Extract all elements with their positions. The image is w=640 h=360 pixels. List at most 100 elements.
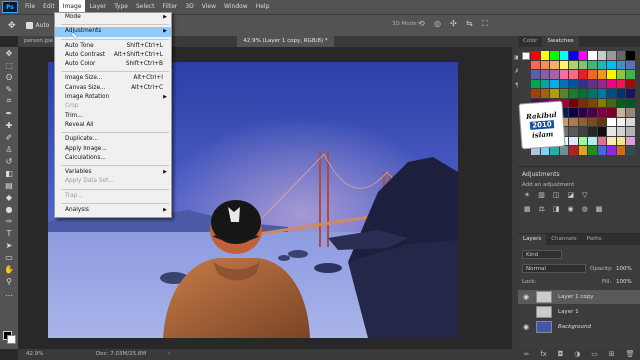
auto-select-checkbox[interactable]	[25, 22, 33, 29]
swatch[interactable]	[559, 70, 569, 79]
swatch[interactable]	[607, 146, 616, 155]
swatch[interactable]	[607, 60, 616, 70]
swatch[interactable]	[607, 79, 616, 89]
swatch[interactable]	[559, 51, 569, 60]
swatch[interactable]	[607, 89, 616, 98]
swatch[interactable]	[569, 79, 578, 89]
swatch[interactable]	[597, 60, 607, 70]
swatch[interactable]	[597, 70, 607, 79]
move-tool-icon[interactable]: ✥	[0, 47, 18, 59]
exposure-icon[interactable]: ◪	[568, 191, 575, 199]
3d-scale-icon[interactable]: ⛶	[482, 19, 488, 29]
new-layer-icon[interactable]: ⊞	[609, 350, 615, 358]
swatch[interactable]	[616, 70, 626, 79]
channel-mixer-icon[interactable]: ◍	[582, 205, 588, 213]
swatch[interactable]	[540, 89, 550, 98]
swatch[interactable]	[616, 51, 626, 60]
3d-pan-icon[interactable]: ✣	[450, 19, 457, 28]
color-lookup-icon[interactable]: ▩	[596, 205, 603, 213]
swatch[interactable]	[578, 79, 588, 89]
swatch[interactable]	[616, 98, 626, 108]
swatch[interactable]	[531, 51, 540, 60]
eyedropper-tool-icon[interactable]: ✒	[0, 107, 18, 119]
menu-file[interactable]: File	[21, 0, 39, 14]
swatch[interactable]	[588, 79, 597, 89]
swatch[interactable]	[569, 117, 578, 127]
swatch[interactable]	[540, 79, 550, 89]
vibrance-icon[interactable]: ▽	[582, 191, 587, 199]
swatch[interactable]	[588, 98, 597, 108]
menu-item-auto-color[interactable]: Auto Color Shift+Ctrl+B	[55, 60, 171, 69]
eraser-tool-icon[interactable]: ◧	[0, 167, 18, 179]
swatch[interactable]	[588, 146, 597, 155]
3d-rotate-icon[interactable]: ⟲	[418, 19, 425, 28]
history-brush-tool-icon[interactable]: ↺	[0, 155, 18, 167]
swatch[interactable]	[578, 89, 588, 98]
swatch[interactable]	[569, 127, 578, 136]
swatch[interactable]	[559, 146, 569, 155]
swatch[interactable]	[616, 117, 626, 127]
curves-icon[interactable]: ◫	[553, 191, 560, 199]
swatch[interactable]	[559, 89, 569, 98]
swatch[interactable]	[531, 79, 540, 89]
type-tool-icon[interactable]: T	[0, 227, 18, 239]
swatch[interactable]	[569, 136, 578, 146]
delete-layer-icon[interactable]: 🗑	[626, 350, 635, 358]
swatch[interactable]	[626, 51, 635, 60]
swatch[interactable]	[588, 70, 597, 79]
swatch[interactable]	[597, 108, 607, 117]
swatch[interactable]	[626, 127, 635, 136]
layer-style-icon[interactable]: fx	[540, 350, 547, 358]
swatch[interactable]	[531, 70, 540, 79]
lasso-tool-icon[interactable]: ʘ	[0, 71, 18, 83]
swatch[interactable]	[597, 89, 607, 98]
swatch[interactable]	[569, 146, 578, 155]
kind-filter-select[interactable]: Kind	[522, 250, 562, 259]
swatch[interactable]	[588, 108, 597, 117]
swatch[interactable]	[607, 51, 616, 60]
hand-tool-icon[interactable]: ✋	[0, 263, 18, 275]
crop-tool-icon[interactable]: ⌗	[0, 95, 18, 107]
menu-view[interactable]: View	[198, 0, 220, 14]
swatch[interactable]	[531, 89, 540, 98]
swatch[interactable]	[578, 117, 588, 127]
swatch[interactable]	[578, 146, 588, 155]
tab-active-document[interactable]: 42.9% (Layer 1 copy, RGB/8) *	[237, 36, 334, 47]
tab-swatches[interactable]: Swatches	[542, 36, 579, 47]
swatch[interactable]	[550, 79, 559, 89]
swatch[interactable]	[578, 60, 588, 70]
link-layers-icon[interactable]: ∞	[523, 350, 529, 358]
swatch[interactable]	[597, 146, 607, 155]
status-menu-arrow[interactable]: ›	[168, 349, 170, 360]
swatch[interactable]	[559, 60, 569, 70]
swatch[interactable]	[607, 136, 616, 146]
tab-channels[interactable]: Channels	[546, 234, 581, 245]
add-mask-icon[interactable]: ◘	[558, 350, 564, 358]
swatch[interactable]	[578, 70, 588, 79]
menu-item-image-size[interactable]: Image Size... Alt+Ctrl+I	[55, 74, 171, 83]
swatch[interactable]	[597, 117, 607, 127]
hue-saturation-icon[interactable]: ▦	[524, 205, 531, 213]
swatch[interactable]	[607, 108, 616, 117]
menu-item-reveal-all[interactable]: Reveal All	[55, 121, 171, 130]
swatch[interactable]	[626, 89, 635, 98]
swatch[interactable]	[550, 70, 559, 79]
swatch[interactable]	[540, 51, 550, 60]
layer-row-layer-1[interactable]: Layer 1	[518, 305, 640, 319]
brightness-icon[interactable]: ☀	[524, 191, 530, 199]
blur-tool-icon[interactable]: ◆	[0, 191, 18, 203]
swatch[interactable]	[578, 136, 588, 146]
layer-row-layer-1-copy[interactable]: ◉ Layer 1 copy	[518, 290, 640, 304]
color-balance-icon[interactable]: ⚖	[539, 205, 545, 213]
swatch[interactable]	[588, 60, 597, 70]
swatch[interactable]	[569, 60, 578, 70]
background-color-swatch[interactable]	[7, 335, 16, 344]
opacity-value[interactable]: 100%	[616, 266, 632, 272]
tab-color[interactable]: Color	[518, 36, 542, 47]
blend-mode-select[interactable]: Normal	[522, 264, 586, 273]
shape-tool-icon[interactable]: ▭	[0, 251, 18, 263]
swatch[interactable]	[616, 79, 626, 89]
swatch[interactable]	[616, 108, 626, 117]
fill-value[interactable]: 100%	[616, 279, 632, 285]
menu-window[interactable]: Window	[220, 0, 252, 14]
